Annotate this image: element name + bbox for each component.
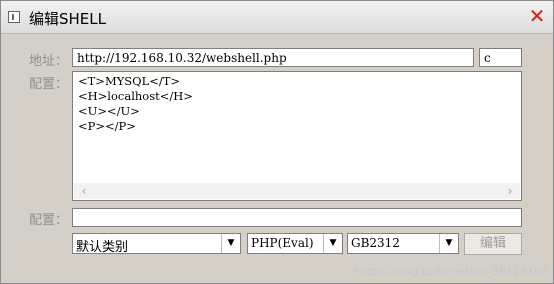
encoding-value: GB2312	[351, 236, 400, 250]
remark-label: 配置：	[29, 213, 69, 228]
config-line: <U></U>	[78, 104, 140, 118]
chevron-down-icon[interactable]: ▼	[323, 234, 342, 253]
close-icon[interactable]: ✕	[526, 5, 548, 27]
edit-shell-window: 编辑SHELL ✕ 地址： http://192.168.10.32/websh…	[0, 0, 554, 284]
address-label: 地址：	[29, 54, 69, 69]
scroll-right-icon[interactable]: ›	[502, 183, 518, 199]
watermark-text: https://blog.csdn.net/qq_36119192	[355, 265, 549, 278]
password-input[interactable]: c	[479, 48, 522, 67]
chevron-down-icon[interactable]: ▼	[439, 234, 458, 253]
encoding-select[interactable]: GB2312 ▼	[347, 233, 459, 254]
edit-button[interactable]: 编辑	[464, 233, 522, 255]
config-label: 配置：	[29, 77, 69, 92]
remark-input[interactable]	[72, 208, 522, 227]
category-value: 默认类别	[76, 240, 129, 255]
config-textarea[interactable]: <T>MYSQL</T> <H>localhost</H> <U></U> <P…	[72, 71, 522, 201]
window-title: 编辑SHELL	[29, 10, 106, 28]
chevron-down-icon[interactable]: ▼	[221, 234, 240, 253]
config-line: <H>localhost</H>	[78, 89, 193, 103]
horizontal-scrollbar[interactable]: ‹ ›	[74, 183, 520, 199]
config-line: <T>MYSQL</T>	[78, 74, 181, 88]
window-icon	[8, 11, 20, 23]
scroll-left-icon[interactable]: ‹	[76, 183, 92, 199]
script-type-value: PHP(Eval)	[251, 236, 314, 250]
script-type-select[interactable]: PHP(Eval) ▼	[247, 233, 343, 254]
config-line: <P></P>	[78, 119, 136, 133]
category-select[interactable]: 默认类别 ▼	[72, 233, 241, 255]
title-bar[interactable]: 编辑SHELL ✕	[1, 1, 553, 34]
url-input[interactable]: http://192.168.10.32/webshell.php	[72, 48, 474, 67]
